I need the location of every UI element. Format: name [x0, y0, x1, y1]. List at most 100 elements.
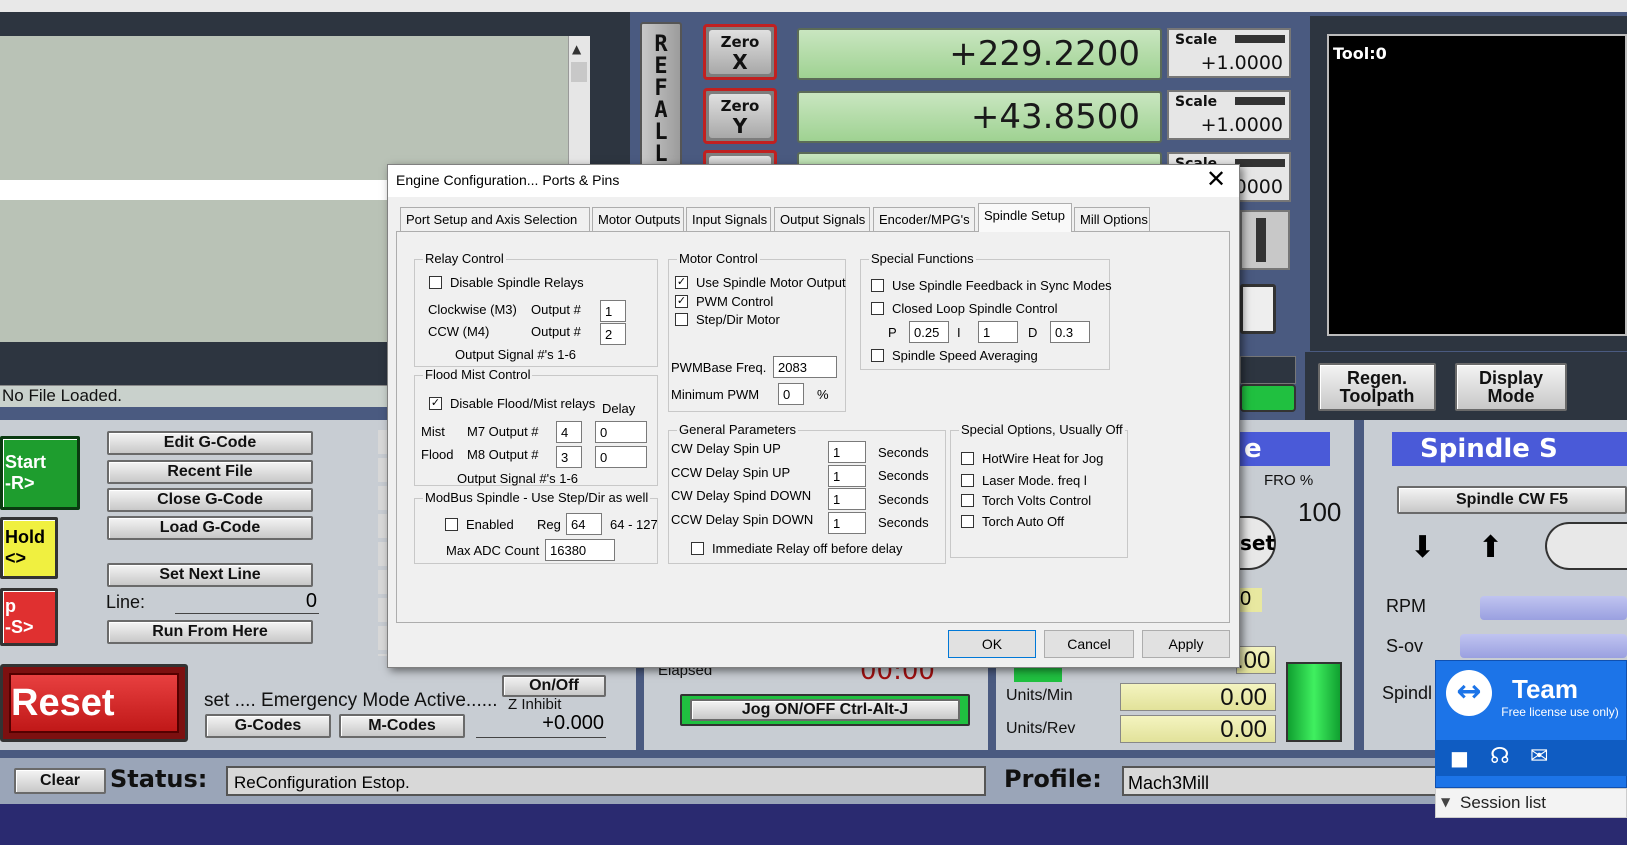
spindle-setup-panel: Relay Control Disable Spindle Relays Clo… — [396, 231, 1230, 623]
edit-gcode-button[interactable]: Edit G-Code — [107, 431, 313, 455]
zero-y-button[interactable]: Zero Y — [703, 88, 777, 144]
z-inhibit-value[interactable]: +0.000 — [476, 712, 606, 738]
disable-spindle-relays-checkbox[interactable]: Disable Spindle Relays — [429, 275, 584, 290]
tab-motor-outputs[interactable]: Motor Outputs — [592, 207, 684, 231]
d-field[interactable] — [1050, 321, 1090, 343]
headset-icon[interactable]: ☊ — [1490, 744, 1510, 769]
close-gcode-button[interactable]: Close G-Code — [107, 488, 313, 512]
gcodes-button[interactable]: G-Codes — [205, 714, 331, 738]
m8-output-field[interactable] — [556, 446, 582, 468]
zero-x-button[interactable]: Zero X — [703, 24, 777, 80]
m8-delay-field[interactable] — [595, 446, 647, 468]
spindle-averaging-checkbox[interactable]: Spindle Speed Averaging — [871, 348, 1038, 363]
reg-field[interactable] — [566, 513, 602, 535]
m7-output-field[interactable] — [556, 421, 582, 443]
ccw-output-field[interactable] — [600, 323, 626, 345]
gp-row-field[interactable] — [828, 441, 866, 463]
cycle-start-button[interactable]: Start -R> — [0, 436, 80, 510]
emergency-text: set .... Emergency Mode Active...... — [204, 690, 498, 711]
teamviewer-logo-icon: ↔ — [1446, 670, 1492, 716]
general-parameters-group: General Parameters CW Delay Spin UP Seco… — [668, 422, 946, 564]
dialog-titlebar[interactable]: Engine Configuration... Ports & Pins — [388, 165, 1239, 197]
zero-y-axis: Y — [732, 113, 748, 138]
dro-y[interactable]: +43.8500 — [797, 91, 1162, 143]
laser-mode-checkbox[interactable]: Laser Mode. freq l — [961, 473, 1087, 488]
closed-loop-checkbox[interactable]: Closed Loop Spindle Control — [871, 301, 1058, 316]
max-adc-label: Max ADC Count — [446, 543, 540, 558]
torch-auto-off-checkbox[interactable]: Torch Auto Off — [961, 514, 1064, 529]
run-from-here-button[interactable]: Run From Here — [107, 620, 313, 644]
modbus-enabled-checkbox[interactable]: Enabled — [445, 517, 514, 532]
reset-label: Reset — [9, 673, 179, 733]
tab-encoder-mpgs[interactable]: Encoder/MPG's — [873, 207, 975, 231]
chat-icon[interactable]: ✉ — [1530, 744, 1548, 769]
cw-output-field[interactable] — [600, 300, 626, 322]
m8-output-label: M8 Output # — [467, 447, 539, 462]
spindle-reset-partial[interactable] — [1545, 522, 1627, 570]
spindle-down-icon[interactable]: ⬇ — [1410, 530, 1435, 565]
dro-x[interactable]: +229.2200 — [797, 28, 1162, 80]
reset-button[interactable]: Reset — [0, 664, 188, 742]
disable-flood-mist-checkbox[interactable]: ✓ Disable Flood/Mist relays — [429, 396, 595, 411]
relay-output-note: Output Signal #'s 1-6 — [455, 347, 576, 362]
partial-yellow-field: .00 — [1236, 646, 1276, 674]
regen-toolpath-button[interactable]: Regen. Toolpath — [1318, 363, 1436, 411]
delay-label: Delay — [602, 401, 636, 416]
profile-text: Mach3Mill — [1122, 766, 1442, 796]
gp-row-unit: Seconds — [878, 445, 929, 460]
camera-icon[interactable]: ■ — [1450, 746, 1469, 770]
use-spindle-motor-output-checkbox[interactable]: ✓ Use Spindle Motor Output — [675, 275, 846, 290]
tab-spindle-setup[interactable]: Spindle Setup — [978, 203, 1072, 232]
special-options-group: Special Options, Usually Off HotWire Hea… — [950, 422, 1128, 558]
gp-row-field[interactable] — [828, 488, 866, 510]
gp-row-field[interactable] — [828, 465, 866, 487]
set-next-line-button[interactable]: Set Next Line — [107, 563, 313, 587]
line-field[interactable]: 0 — [175, 590, 319, 614]
torch-volts-checkbox[interactable]: Torch Volts Control — [961, 493, 1091, 508]
ok-button[interactable]: OK — [948, 630, 1036, 658]
p-field[interactable] — [909, 321, 949, 343]
load-gcode-button[interactable]: Load G-Code — [107, 516, 313, 540]
gp-row-unit: Seconds — [878, 492, 929, 507]
tab-mill-options[interactable]: Mill Options — [1074, 207, 1150, 231]
recent-file-button[interactable]: Recent File — [107, 460, 313, 484]
min-pwm-percent: % — [817, 387, 829, 402]
toolpath-display[interactable]: Tool:0 — [1327, 34, 1627, 336]
hotwire-checkbox[interactable]: HotWire Heat for Jog — [961, 451, 1103, 466]
feed-hold-button[interactable]: Hold <> — [0, 517, 58, 579]
gp-row-field[interactable] — [828, 512, 866, 534]
jog-toggle-button[interactable]: Jog ON/OFF Ctrl-Alt-J — [680, 694, 970, 726]
spindle-feedback-checkbox[interactable]: Use Spindle Feedback in Sync Modes — [871, 278, 1112, 293]
tab-input-signals[interactable]: Input Signals — [686, 207, 771, 231]
pwm-base-field[interactable] — [773, 356, 837, 378]
close-icon[interactable]: ✕ — [1201, 167, 1231, 193]
ccw-label: CCW (M4) — [428, 324, 490, 339]
cancel-button[interactable]: Cancel — [1044, 630, 1134, 658]
on-off-button[interactable]: On/Off — [502, 675, 606, 697]
bottom-strip — [0, 804, 1627, 845]
tab-port-setup[interactable]: Port Setup and Axis Selection — [400, 207, 590, 231]
dialog-title: Engine Configuration... Ports & Pins — [396, 172, 620, 188]
feedrate-title-partial: e — [1240, 432, 1330, 466]
cw-output-label: Output # — [531, 302, 581, 317]
spindle-cw-button[interactable]: Spindle CW F5 — [1397, 486, 1627, 514]
pwm-control-checkbox[interactable]: ✓ PWM Control — [675, 294, 773, 309]
green-bar — [1286, 662, 1342, 742]
scroll-thumb[interactable] — [571, 62, 587, 82]
step-dir-motor-checkbox[interactable]: Step/Dir Motor — [675, 312, 780, 327]
immediate-relay-checkbox[interactable]: Immediate Relay off before delay — [691, 541, 903, 556]
spindle-up-icon[interactable]: ⬆ — [1478, 530, 1503, 565]
max-adc-field[interactable] — [545, 539, 615, 561]
ref-all-button[interactable]: R E F A L L — [640, 22, 682, 167]
scroll-up-icon[interactable]: ▲ — [572, 42, 581, 56]
display-mode-button[interactable]: Display Mode — [1455, 363, 1567, 411]
clear-button[interactable]: Clear — [14, 768, 106, 794]
m7-delay-field[interactable] — [595, 421, 647, 443]
i-field[interactable] — [978, 321, 1018, 343]
min-pwm-field[interactable] — [778, 383, 804, 405]
i-label: I — [957, 325, 961, 340]
apply-button[interactable]: Apply — [1142, 630, 1230, 658]
stop-button[interactable]: p -S> — [0, 588, 58, 646]
mcodes-button[interactable]: M-Codes — [339, 714, 465, 738]
tab-output-signals[interactable]: Output Signals — [774, 207, 870, 231]
